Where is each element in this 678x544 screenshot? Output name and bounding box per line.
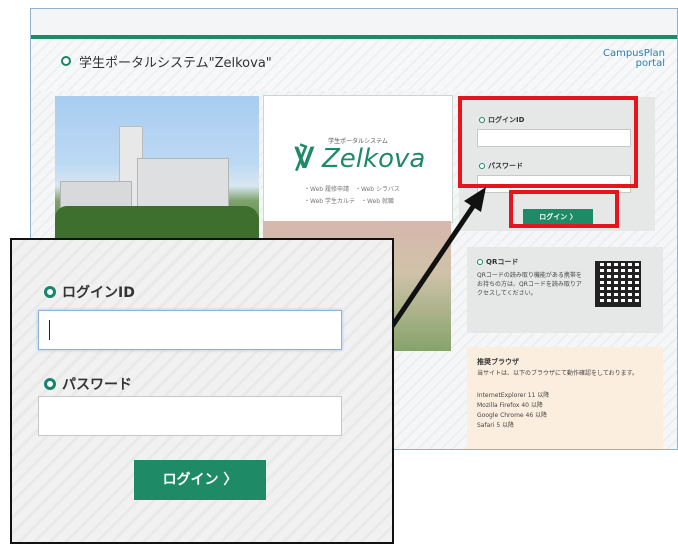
login-zoom-box: ログインID パスワード ログイン 〉 — [10, 238, 394, 544]
password-input[interactable] — [38, 396, 342, 436]
label-circle-icon — [44, 286, 56, 298]
login-id-label: ログインID — [44, 282, 135, 302]
text-caret — [49, 320, 50, 340]
label-circle-icon — [44, 378, 56, 390]
login-id-input[interactable] — [38, 310, 342, 350]
password-label: パスワード — [44, 374, 132, 394]
login-button[interactable]: ログイン 〉 — [134, 460, 266, 500]
